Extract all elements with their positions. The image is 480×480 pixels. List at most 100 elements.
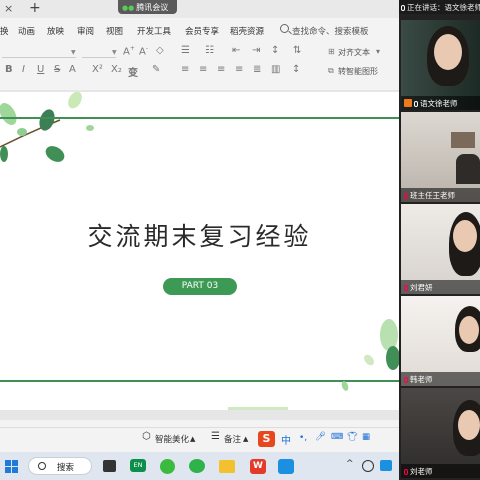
participant-tile[interactable]: 韩老师 [401, 296, 480, 386]
superscript-button[interactable]: X² [92, 64, 103, 75]
toolbox-icon[interactable]: ▦ [362, 432, 370, 442]
menu-item-docer[interactable]: 稻壳资源 [230, 25, 264, 37]
mic-muted-icon [404, 285, 408, 291]
meeting-indicator[interactable]: ●● 腾讯会议 [118, 0, 177, 14]
outdent-icon[interactable]: ⇤ [232, 45, 240, 56]
keyboard-icon[interactable]: ⌨ [331, 432, 343, 442]
speaking-label: 正在讲话：语文徐老师 [407, 3, 480, 12]
new-tab-button[interactable]: + [29, 0, 41, 16]
line-spacing-icon[interactable]: ↕ [292, 64, 300, 75]
top-rule [0, 117, 399, 119]
shrink-font-icon[interactable]: A- [139, 45, 148, 57]
participant-name-text: 语文徐老师 [420, 99, 458, 108]
slide-canvas: 交流期末复习经验 PART 03 [0, 90, 399, 420]
en-app-icon[interactable]: EN [130, 459, 146, 472]
justify-icon[interactable]: ≡ [235, 64, 243, 75]
font-color-button[interactable]: A [69, 64, 76, 75]
participant-tile[interactable]: 刘君妍 [401, 204, 480, 294]
status-bar: ⬡ 智能美化 ▲ ☰ 备注 ▲ S 中 •, 🎤︎ ⌨ 👕︎ ▦ [0, 427, 399, 449]
highlight-icon[interactable]: ✎ [152, 64, 160, 75]
notification-icon[interactable] [362, 460, 374, 472]
close-tab-icon[interactable]: × [4, 2, 13, 15]
participant-name: 韩老师 [401, 372, 480, 386]
align-center-icon[interactable]: ≡ [199, 64, 207, 75]
taskbar: 搜索 EN W ^ [0, 452, 399, 480]
browser-icon[interactable] [160, 459, 175, 474]
ribbon-toolbar: ▼ ▼ A+ A- ◇ ☰ ☷ ⇤ ⇥ ↕ ⇅ ⊞ 对齐文本 ▾ B I U S… [0, 42, 399, 88]
font-name-select[interactable] [2, 46, 76, 58]
align-text-icon: ⊞ [328, 47, 335, 56]
menu-bar: 换 动画 放映 审阅 视图 开发工具 会员专享 稻壳资源 查找命令、搜索模板 [0, 22, 399, 40]
italic-button[interactable]: I [22, 64, 25, 75]
beautify-button[interactable]: 智能美化 [155, 433, 189, 445]
tray-app-icon[interactable] [380, 460, 392, 471]
strikethrough-button[interactable]: S [54, 64, 60, 75]
align-left-icon[interactable]: ≡ [181, 64, 189, 75]
participant-tile[interactable]: 语文徐老师 [401, 20, 480, 110]
microphone-icon[interactable]: 🎤︎ [315, 432, 326, 442]
columns-icon[interactable]: ▥ [271, 64, 280, 75]
mic-muted-icon [404, 469, 408, 475]
chevron-down-icon: ▼ [112, 49, 117, 56]
slide-title[interactable]: 交流期末复习经验 [0, 217, 399, 253]
bold-button[interactable]: B [5, 64, 13, 75]
wps-icon[interactable]: W [250, 459, 266, 474]
participant-tile[interactable]: 刘老师 [401, 388, 480, 478]
font-size-select[interactable] [82, 46, 116, 58]
notes-button[interactable]: 备注 [224, 433, 241, 445]
taskview-icon[interactable] [103, 460, 116, 472]
clear-format-icon[interactable]: ◇ [156, 45, 164, 56]
sogou-ime-icon[interactable]: S [258, 431, 275, 447]
skin-icon[interactable]: 👕︎ [347, 432, 358, 442]
chevron-up-icon[interactable]: ^ [346, 459, 354, 469]
align-text-button[interactable]: 对齐文本 [338, 47, 370, 58]
meeting-label: 腾讯会议 [136, 3, 169, 12]
indent-icon[interactable]: ⇥ [252, 45, 260, 56]
grow-font-icon[interactable]: A+ [123, 45, 135, 57]
mic-muted-icon [404, 377, 408, 383]
chevron-down-icon: ▼ [71, 49, 76, 56]
align-right-icon[interactable]: ≡ [217, 64, 225, 75]
menu-item-slideshow[interactable]: 放映 [47, 25, 64, 37]
smart-graphic-button[interactable]: 转智能图形 [338, 66, 378, 77]
menu-item-member[interactable]: 会员专享 [185, 25, 219, 37]
chevron-down-icon: ▾ [376, 47, 381, 56]
underline-button[interactable]: U [37, 64, 44, 75]
participant-face [458, 410, 480, 440]
chevron-up-icon: ▲ [190, 435, 196, 443]
participant-name: 刘君妍 [401, 280, 480, 294]
meeting-panel: 正在讲话：语文徐老师 语文徐老师 班主任王老师 刘君妍 韩老师 刘老师 [399, 0, 480, 480]
command-search[interactable]: 查找命令、搜索模板 [292, 25, 369, 37]
participant-tile[interactable]: 班主任王老师 [401, 112, 480, 202]
menu-item-switch[interactable]: 换 [0, 25, 9, 37]
taskbar-search[interactable]: 搜索 [28, 457, 92, 475]
line-spacing-icon[interactable]: ↕ [271, 45, 279, 56]
microphone-icon [401, 5, 405, 11]
part-label[interactable]: PART 03 [163, 278, 237, 295]
search-icon[interactable] [280, 24, 289, 33]
presentation-app: × + ●● 腾讯会议 换 动画 放映 审阅 视图 开发工具 会员专享 稻壳资源 … [0, 0, 399, 452]
slide[interactable]: 交流期末复习经验 PART 03 [0, 92, 399, 410]
tencent-meeting-icon[interactable] [278, 459, 294, 474]
numbering-icon[interactable]: ☷ [205, 45, 214, 56]
participant-name: 刘老师 [401, 464, 480, 478]
menu-item-review[interactable]: 审阅 [77, 25, 94, 37]
file-explorer-icon[interactable] [219, 460, 235, 473]
subscript-button[interactable]: X₂ [111, 64, 122, 75]
host-icon [404, 99, 412, 107]
menu-item-animation[interactable]: 动画 [18, 25, 35, 37]
menu-item-view[interactable]: 视图 [106, 25, 123, 37]
smart-graphic-icon: ⧉ [328, 66, 334, 75]
menu-item-devtools[interactable]: 开发工具 [137, 25, 171, 37]
wechat-icon[interactable] [189, 459, 205, 473]
ime-mode[interactable]: 中 [281, 432, 291, 447]
distribute-icon[interactable]: ≣ [253, 64, 261, 75]
char-shading-button[interactable]: 变 [128, 64, 138, 79]
windows-start-icon[interactable] [5, 460, 18, 473]
bullets-icon[interactable]: ☰ [181, 45, 190, 56]
participant-name-text: 班主任王老师 [410, 191, 455, 200]
text-direction-icon[interactable]: ⇅ [293, 45, 301, 56]
punctuation-icon[interactable]: •, [299, 433, 307, 443]
signal-icon: ●● [122, 4, 135, 12]
participant-name: 班主任王老师 [401, 188, 480, 202]
